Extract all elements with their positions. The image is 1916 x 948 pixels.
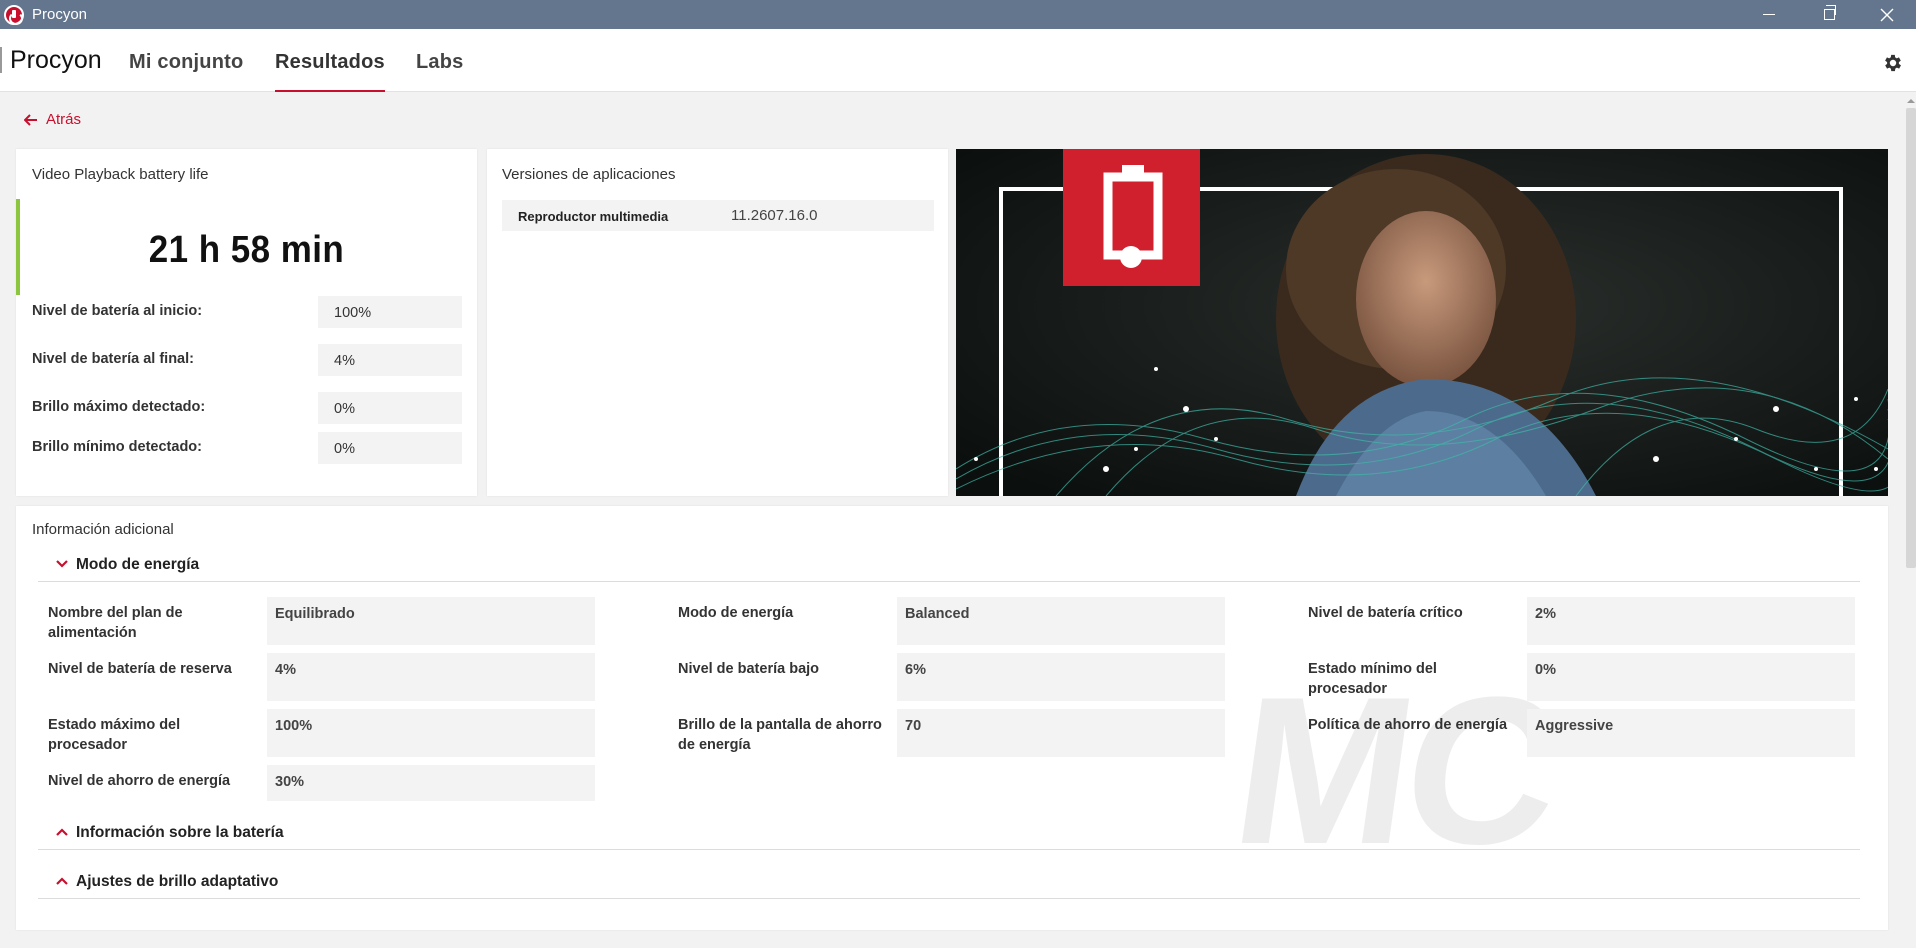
chevron-down-icon bbox=[56, 560, 68, 568]
section-title: Ajustes de brillo adaptativo bbox=[76, 873, 279, 890]
back-label: Atrás bbox=[46, 111, 82, 128]
version-row-value: 11.2607.16.0 bbox=[731, 207, 818, 224]
result-card: Video Playback battery life 21 h 58 min … bbox=[16, 149, 477, 496]
section-modo-energia[interactable]: Modo de energía bbox=[38, 550, 1860, 582]
section-brillo-adaptativo[interactable]: Ajustes de brillo adaptativo bbox=[38, 867, 1860, 899]
window-title: Procyon bbox=[32, 6, 88, 23]
tab-resultados[interactable]: Resultados bbox=[275, 51, 385, 92]
battery-start-label: Nivel de batería al inicio: bbox=[32, 303, 203, 319]
info-label: Modo de energía bbox=[678, 605, 794, 621]
brand-title: Procyon bbox=[10, 46, 102, 74]
info-value: 100% bbox=[267, 709, 595, 757]
info-label: Nivel de ahorro de energía bbox=[48, 773, 231, 789]
versions-card: Versiones de aplicaciones Reproductor mu… bbox=[487, 149, 948, 496]
info-value: 0% bbox=[1527, 653, 1855, 701]
info-label: Estado máximo del procesador bbox=[48, 717, 181, 753]
tab-labs[interactable]: Labs bbox=[416, 51, 463, 74]
info-label: Brillo de la pantalla de ahorro de energ… bbox=[678, 717, 882, 753]
info-label: Política de ahorro de energía bbox=[1308, 717, 1508, 733]
info-label: Nivel de batería crítico bbox=[1308, 605, 1463, 621]
minimize-button[interactable] bbox=[1740, 0, 1798, 29]
restore-icon bbox=[1823, 5, 1836, 20]
window-titlebar: Procyon bbox=[0, 0, 1916, 29]
version-row-label: Reproductor multimedia bbox=[518, 209, 669, 224]
brightness-max-label: Brillo máximo detectado: bbox=[32, 399, 206, 415]
version-row: Reproductor multimedia 11.2607.16.0 bbox=[502, 200, 934, 231]
info-label: Nombre del plan de alimentación bbox=[48, 605, 183, 641]
info-value: 70 bbox=[897, 709, 1225, 757]
brightness-max-value: 0% bbox=[318, 392, 462, 424]
info-value: Equilibrado bbox=[267, 597, 595, 645]
back-link[interactable]: Atrás bbox=[24, 111, 81, 128]
tab-mi-conjunto[interactable]: Mi conjunto bbox=[129, 51, 243, 74]
info-value: 30% bbox=[267, 765, 595, 801]
info-label: Nivel de batería de reserva bbox=[48, 661, 232, 677]
additional-info-card: MC Información adicional Modo de energía… bbox=[16, 506, 1888, 930]
restore-button[interactable] bbox=[1800, 0, 1858, 29]
brightness-min-label: Brillo mínimo detectado: bbox=[32, 439, 202, 455]
gear-icon[interactable] bbox=[1882, 52, 1904, 74]
versions-title: Versiones de aplicaciones bbox=[502, 166, 676, 183]
procyon-logo-icon bbox=[4, 4, 24, 25]
score-accent-bar bbox=[16, 199, 20, 295]
battery-start-value: 100% bbox=[318, 296, 462, 328]
additional-info-title: Información adicional bbox=[32, 521, 174, 538]
chevron-up-icon bbox=[56, 828, 68, 836]
result-title: Video Playback battery life bbox=[32, 166, 209, 183]
battery-end-value: 4% bbox=[318, 344, 462, 376]
hero-image bbox=[956, 149, 1888, 496]
info-label: Nivel de batería bajo bbox=[678, 661, 820, 677]
section-title: Modo de energía bbox=[76, 556, 200, 573]
info-label: Estado mínimo del procesador bbox=[1308, 661, 1437, 697]
scroll-up-arrow[interactable] bbox=[1906, 96, 1916, 106]
info-value: Aggressive bbox=[1527, 709, 1855, 757]
section-title: Información sobre la batería bbox=[76, 824, 284, 841]
top-navigation: Procyon Mi conjunto Resultados Labs bbox=[0, 29, 1916, 92]
result-score: 21 h 58 min bbox=[148, 229, 345, 271]
vertical-scrollbar[interactable] bbox=[1906, 108, 1916, 568]
brightness-min-value: 0% bbox=[318, 432, 462, 464]
minimize-icon bbox=[1763, 14, 1775, 15]
arrow-left-icon bbox=[24, 113, 37, 126]
info-value: 4% bbox=[267, 653, 595, 701]
close-icon bbox=[1880, 8, 1894, 21]
hero-illustration bbox=[956, 149, 1888, 496]
info-value: 2% bbox=[1527, 597, 1855, 645]
close-button[interactable] bbox=[1858, 0, 1916, 29]
info-value: 6% bbox=[897, 653, 1225, 701]
section-bateria[interactable]: Información sobre la batería bbox=[38, 818, 1860, 850]
info-value: Balanced bbox=[897, 597, 1225, 645]
battery-end-label: Nivel de batería al final: bbox=[32, 351, 194, 367]
chevron-up-icon bbox=[56, 877, 68, 885]
